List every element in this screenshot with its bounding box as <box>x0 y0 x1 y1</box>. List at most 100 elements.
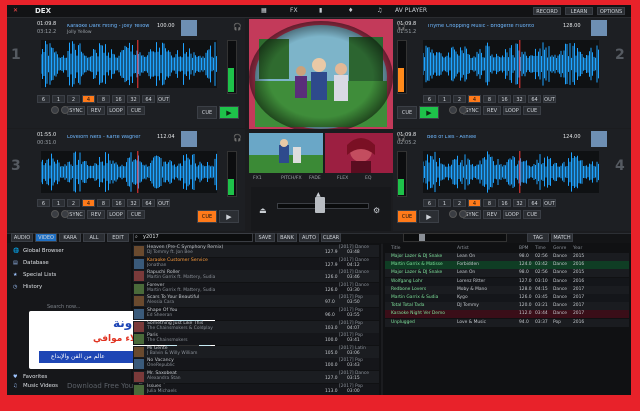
deck-waveform[interactable] <box>423 40 599 88</box>
mixer-button-2[interactable]: AUTO <box>299 233 319 242</box>
pitch-button[interactable]: 8 <box>483 95 496 103</box>
pitch-button[interactable]: OUT <box>157 199 170 207</box>
pitch-button[interactable]: 2 <box>453 199 466 207</box>
headphone-icon[interactable]: 🎧 <box>233 24 242 31</box>
loop-button-1[interactable]: REV <box>87 106 105 115</box>
pitch-button[interactable]: 4 <box>82 95 95 103</box>
pitch-button[interactable]: 32 <box>127 199 140 207</box>
mixer-button-3[interactable]: CLEAR <box>321 233 341 242</box>
loop-button-1[interactable]: REV <box>483 106 501 115</box>
top-menu-0[interactable]: RECORD <box>533 7 561 15</box>
loop-button-2[interactable]: LOOP <box>503 210 521 219</box>
cue-button[interactable]: CUE <box>197 210 217 223</box>
mixer-button-0[interactable]: SAVE <box>255 233 275 242</box>
pitch-button[interactable]: 6 <box>37 199 50 207</box>
loop-button-3[interactable]: CUE <box>523 106 541 115</box>
pitch-button[interactable]: 1 <box>52 95 65 103</box>
nav-item-4[interactable]: Favorites <box>23 374 47 380</box>
mixer-button-1[interactable]: BANK <box>277 233 297 242</box>
pitch-button[interactable]: 64 <box>142 199 155 207</box>
search-input[interactable]: y2017 <box>143 235 159 240</box>
top-tool-0[interactable]: ▦ <box>261 8 267 14</box>
sampler-icon[interactable]: ⏏ <box>259 207 267 215</box>
pitch-button[interactable]: 2 <box>67 199 80 207</box>
browser-tab-0[interactable]: AUDIO <box>11 233 33 242</box>
top-tool-2[interactable]: ▮ <box>319 8 322 14</box>
pitch-button[interactable]: 32 <box>127 95 140 103</box>
loop-button-0[interactable]: SYNC <box>67 210 85 219</box>
pitch-button[interactable]: 6 <box>423 95 436 103</box>
pitch-button[interactable]: 8 <box>483 199 496 207</box>
pitch-button[interactable]: 32 <box>513 199 526 207</box>
pitch-button[interactable]: 2 <box>453 95 466 103</box>
deck-waveform[interactable] <box>41 40 217 88</box>
nav-item-2[interactable]: Special Lists <box>23 272 56 278</box>
pitch-button[interactable]: 4 <box>468 95 481 103</box>
pitch-button[interactable]: 64 <box>528 199 541 207</box>
deck-knob[interactable] <box>61 106 69 114</box>
scroll-handle[interactable] <box>419 234 425 241</box>
play-button[interactable]: ▶ <box>219 210 239 223</box>
loop-button-1[interactable]: REV <box>87 210 105 219</box>
pitch-button[interactable]: 2 <box>67 95 80 103</box>
pitch-button[interactable]: 8 <box>97 199 110 207</box>
nav-item-1[interactable]: Database <box>23 260 49 266</box>
browser-tab-4[interactable]: EDIT <box>107 233 129 242</box>
deck-knob[interactable] <box>61 210 69 218</box>
top-tool-3[interactable]: ♦ <box>348 8 353 14</box>
top-menu-2[interactable]: OPTIONS <box>597 7 625 15</box>
deck-knob[interactable] <box>449 210 457 218</box>
pitch-button[interactable]: OUT <box>543 95 556 103</box>
play-button[interactable]: ▶ <box>219 106 239 119</box>
loop-button-3[interactable]: CUE <box>127 210 145 219</box>
deck-knob[interactable] <box>51 106 59 114</box>
browser-tab-2[interactable]: KARA <box>59 233 81 242</box>
pitch-button[interactable]: 64 <box>528 95 541 103</box>
settings-icon[interactable]: ⚙ <box>373 207 380 215</box>
pitch-button[interactable]: OUT <box>543 199 556 207</box>
video-thumb-right[interactable] <box>325 133 393 173</box>
cue-button[interactable]: CUE <box>397 210 417 223</box>
pitch-button[interactable]: 1 <box>438 199 451 207</box>
headphone-icon[interactable]: 🎧 <box>233 135 242 142</box>
right-side-button-1[interactable]: MATCH <box>551 233 573 242</box>
right-side-button-0[interactable]: TAG <box>527 233 549 242</box>
play-button[interactable]: ▶ <box>419 106 439 119</box>
pitch-button[interactable]: 6 <box>37 95 50 103</box>
deck-waveform[interactable] <box>423 151 599 193</box>
deck-knob[interactable] <box>459 106 467 114</box>
pitch-button[interactable]: 1 <box>52 199 65 207</box>
pitch-button[interactable]: 4 <box>468 199 481 207</box>
pitch-button[interactable]: 4 <box>82 199 95 207</box>
browser-tab-3[interactable]: ALL <box>83 233 105 242</box>
pitch-button[interactable]: 8 <box>97 95 110 103</box>
play-button[interactable]: ▶ <box>419 210 439 223</box>
loop-button-3[interactable]: CUE <box>523 210 541 219</box>
video-thumb-left[interactable] <box>249 133 323 173</box>
loop-button-2[interactable]: LOOP <box>107 106 125 115</box>
deck-knob[interactable] <box>51 210 59 218</box>
pitch-button[interactable]: OUT <box>157 95 170 103</box>
deck-knob[interactable] <box>449 106 457 114</box>
nav-item-3[interactable]: History <box>23 284 42 290</box>
pitch-button[interactable]: 16 <box>498 199 511 207</box>
crossfader-knob[interactable] <box>315 197 325 213</box>
pitch-up-arrow-icon[interactable]: ▲ <box>316 191 321 198</box>
nav-item-0[interactable]: Global Browser <box>23 248 64 254</box>
top-tool-4[interactable]: ♫ <box>377 8 382 14</box>
loop-button-2[interactable]: LOOP <box>107 210 125 219</box>
pitch-button[interactable]: 16 <box>112 95 125 103</box>
cue-button[interactable]: CUE <box>197 106 217 119</box>
pitch-button[interactable]: 6 <box>423 199 436 207</box>
loop-button-0[interactable]: SYNC <box>67 106 85 115</box>
nav-item-5[interactable]: Music Videos <box>23 383 58 389</box>
pitch-button[interactable]: 64 <box>142 95 155 103</box>
loop-button-3[interactable]: CUE <box>127 106 145 115</box>
pitch-button[interactable]: 16 <box>112 199 125 207</box>
pitch-button[interactable]: 1 <box>438 95 451 103</box>
top-menu-1[interactable]: LEARN <box>565 7 593 15</box>
deck-knob[interactable] <box>459 210 467 218</box>
loop-button-2[interactable]: LOOP <box>503 106 521 115</box>
top-tool-1[interactable]: FX <box>290 8 298 14</box>
pitch-button[interactable]: 32 <box>513 95 526 103</box>
